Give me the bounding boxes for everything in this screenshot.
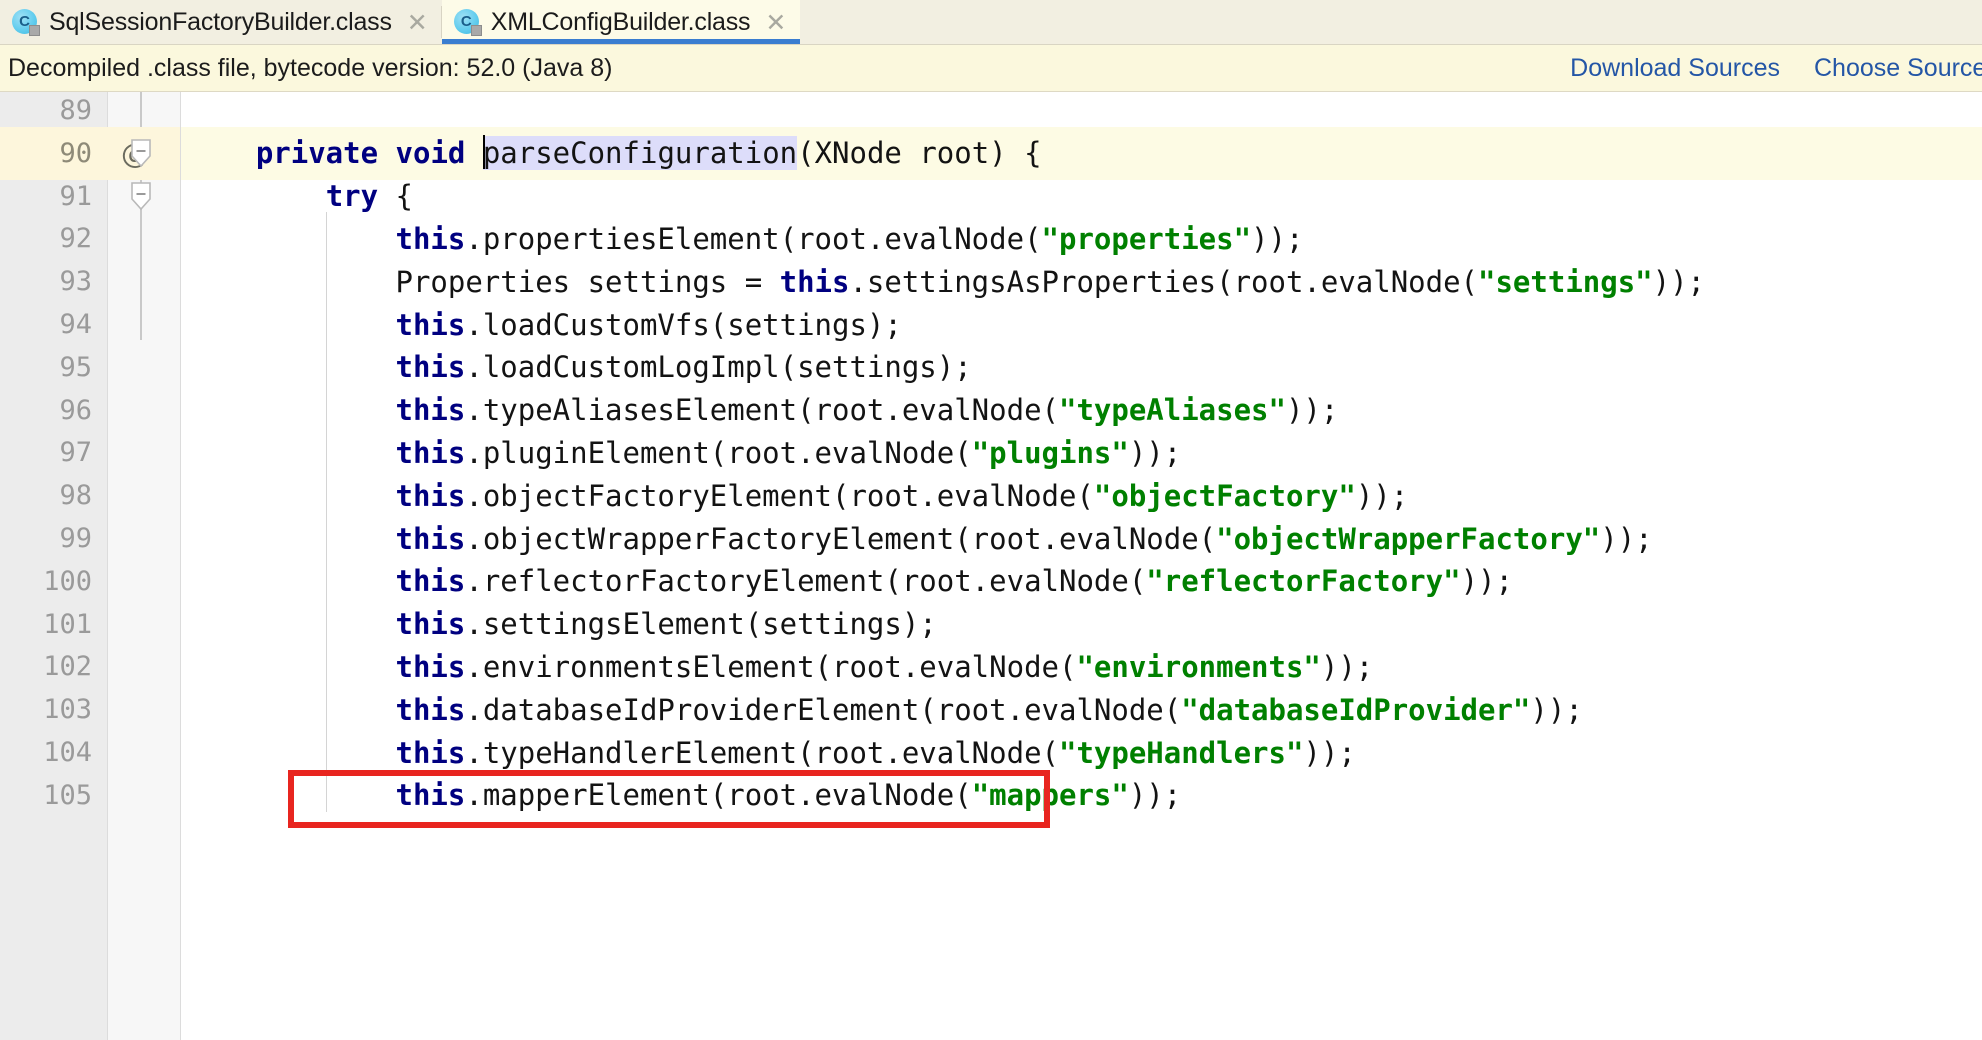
tab-label: XMLConfigBuilder.class [490,7,751,36]
keyword-token: this [395,564,466,599]
code-token: )); [1600,521,1653,556]
keyword-token: this [395,350,466,385]
code-token: .typeAliasesElement(root.evalNode( [465,393,1059,428]
editor-tab-bar: C SqlSessionFactoryBuilder.class ✕ C XMLConf… [0,0,1982,44]
code-token: .pluginElement(root.evalNode( [465,435,972,470]
code-token: )); [1460,564,1513,599]
keyword-token: this [395,778,466,813]
code-token: .databaseIdProviderElement(root.evalNode… [465,692,1182,727]
code-line-row[interactable]: 105 this .mapperElement(root.evalNode("ma… [0,768,1982,822]
code-token: .typeHandlerElement(root.evalNode( [465,735,1059,770]
tab-label: SqlSessionFactoryBuilder.class [49,7,392,36]
code-token: { [378,179,413,214]
code-token: )); [1303,735,1356,770]
code-fold-collapse-icon[interactable] [129,181,153,212]
tab-close-icon[interactable]: ✕ [401,10,428,35]
code-editor[interactable]: 8990@ private void parseConfiguration(XN… [0,92,1982,1040]
code-token: (XNode root) { [797,136,1042,171]
string-literal-token: "objectFactory" [1093,478,1356,513]
keyword-token: this [395,607,466,642]
editor-tab-2[interactable]: C XMLConfigBuilder.class ✕ [441,0,801,44]
code-token: .objectWrapperFactoryElement(root.evalNo… [465,521,1217,556]
code-token: )); [1530,692,1583,727]
code-token: )); [1128,778,1182,813]
string-literal-token: "mappers" [971,778,1129,813]
code-token: )); [1355,478,1409,513]
decompiled-class-notification-bar: Decompiled .class file, bytecode version… [0,44,1982,92]
code-token: )); [1251,221,1304,256]
string-literal-token: "typeHandlers" [1058,735,1304,770]
download-sources-link[interactable]: Download Sources [1570,54,1780,83]
string-literal-token: "environments" [1076,649,1321,684]
java-class-icon: C [453,8,482,36]
notification-message: Decompiled .class file, bytecode version… [8,53,613,82]
string-literal-token: "typeAliases" [1058,393,1286,428]
code-token: .environmentsElement(root.evalNode( [465,649,1077,684]
keyword-token: void [395,136,466,171]
highlighted-identifier: parseConfiguration [482,136,798,171]
keyword-token: this [395,478,466,513]
line-number: 105 [43,779,92,811]
code-token: Properties settings = [186,264,780,299]
code-token: )); [1320,649,1374,684]
keyword-token: try [325,179,379,214]
keyword-token: this [395,435,466,470]
text-caret [482,135,485,170]
java-class-icon: C [12,8,40,36]
code-token: .objectFactoryElement(root.evalNode( [465,478,1094,513]
keyword-token: this [395,307,466,342]
code-token: .propertiesElement(root.evalNode( [465,221,1042,256]
string-literal-token: "databaseIdProvider" [1181,692,1531,727]
string-literal-token: "properties" [1041,221,1252,256]
editor-tab-1[interactable]: C SqlSessionFactoryBuilder.class ✕ [0,0,442,44]
keyword-token: this [395,692,466,727]
string-literal-token: "settings" [1478,264,1653,299]
keyword-token: private [255,136,379,171]
string-literal-token: "plugins" [971,435,1129,470]
code-token: .loadCustomLogImpl(settings); [465,350,972,385]
keyword-token: this [779,264,850,299]
code-token: .mapperElement(root.evalNode( [465,778,972,813]
keyword-token: this [395,221,466,256]
string-literal-token: "objectWrapperFactory" [1216,521,1601,556]
code-token: .settingsElement(settings); [465,607,937,642]
code-token: .loadCustomVfs(settings); [465,307,902,342]
keyword-token: this [395,649,466,684]
code-fold-collapse-icon[interactable] [129,138,153,169]
choose-sources-link[interactable]: Choose Sources... [1814,54,1982,83]
code-token: .settingsAsProperties(root.evalNode( [849,264,1479,299]
code-token: )); [1285,393,1339,428]
keyword-token: this [395,735,466,770]
keyword-token: this [395,521,466,556]
string-literal-token: "reflectorFactory" [1146,564,1461,599]
code-line-text: this .mapperElement(root.evalNode("mapper… [186,769,1182,822]
code-token: .reflectorFactoryElement(root.evalNode( [465,564,1147,599]
notification-actions: Download Sources Choose Sources... [1570,54,1982,83]
code-token: )); [1652,264,1706,299]
tab-close-icon[interactable]: ✕ [759,10,786,35]
keyword-token: this [395,393,466,428]
code-token: )); [1128,435,1182,470]
